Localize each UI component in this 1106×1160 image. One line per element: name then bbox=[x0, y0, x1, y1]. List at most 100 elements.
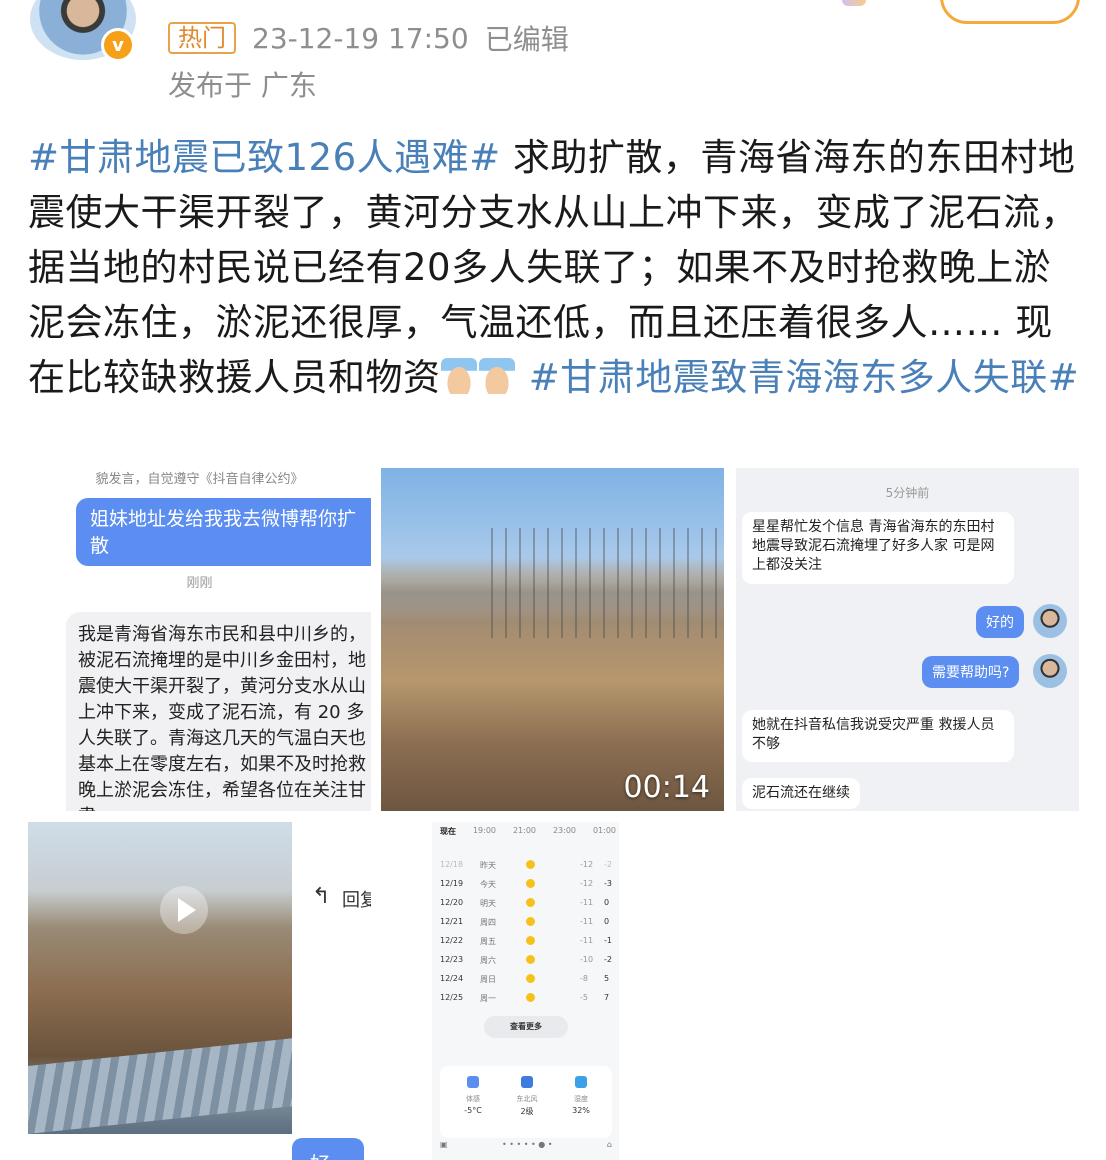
weather-high: 0 bbox=[604, 898, 610, 907]
weather-date: 12/22 bbox=[440, 936, 464, 945]
weather-day-row: 12/21 周四 -11 0 bbox=[440, 917, 612, 935]
weather-weekday: 周一 bbox=[480, 994, 496, 1003]
video-trees bbox=[491, 528, 721, 638]
chat-notice: 貌发言，自觉遵守《抖音自律公约》 bbox=[95, 472, 304, 487]
weather-day-row: 12/18 昨天 -12 -2 bbox=[440, 860, 612, 878]
weather-high: -1 bbox=[604, 936, 612, 945]
sun-icon bbox=[526, 860, 535, 869]
post-meta: 热门 23-12-19 17:50 已编辑 bbox=[168, 18, 569, 58]
weather-low: -8 bbox=[580, 974, 588, 983]
weather-more-button: 查看更多 bbox=[484, 1016, 568, 1038]
chat-bubble-sent: 姐妹地址发给我我去微博帮你扩散 bbox=[76, 498, 371, 566]
weather-day-row: 12/24 周日 -8 5 bbox=[440, 974, 612, 992]
reply-icon: ↰ bbox=[312, 884, 331, 909]
weather-high: 5 bbox=[604, 974, 610, 983]
edited-label: 已编辑 bbox=[484, 23, 569, 56]
weather-stats-card: 体感 -5°C 东北风 2级 湿度 32% bbox=[440, 1066, 612, 1138]
weather-day-row: 12/20 明天 -11 0 bbox=[440, 898, 612, 916]
weather-low: -11 bbox=[580, 917, 594, 926]
sun-icon bbox=[526, 955, 535, 964]
weather-stat-label: 湿度 bbox=[574, 1095, 588, 1103]
weather-weekday: 今天 bbox=[480, 880, 496, 889]
hashtag-link[interactable]: #甘肃地震已致126人遇难# bbox=[28, 136, 501, 179]
follow-button[interactable] bbox=[940, 0, 1080, 24]
sun-icon bbox=[526, 993, 535, 1002]
post-video[interactable]: 00:14 bbox=[381, 468, 724, 811]
chat-bubble-sent: 好了 bbox=[292, 1138, 364, 1160]
user-avatar bbox=[1033, 604, 1067, 638]
post-image-5[interactable]: 现在 19:00 21:00 23:00 01:00 12/18 昨天 -12 … bbox=[432, 822, 619, 1160]
weather-stat: 体感 -5°C bbox=[448, 1076, 498, 1115]
post-location: 发布于 广东 bbox=[168, 69, 317, 102]
wind-icon bbox=[521, 1076, 533, 1088]
weather-low: -5 bbox=[580, 993, 588, 1002]
chat-bubble-received: 我是青海省海东市民和县中川乡的，被泥石流掩埋的是中川乡金田村，地震使大干渠开裂了… bbox=[66, 612, 371, 811]
weather-stat-value: -5°C bbox=[464, 1106, 482, 1115]
weather-day-row: 12/25 周一 -5 7 bbox=[440, 993, 612, 1011]
folded-hands-icon bbox=[478, 358, 515, 394]
weather-high: 0 bbox=[604, 917, 610, 926]
weather-low: -10 bbox=[580, 955, 594, 964]
hashtag-link[interactable]: #甘肃地震致青海海东多人失联# bbox=[529, 356, 1080, 399]
chat-bubble-received: 星星帮忙发个信息 青海省海东的东田村 地震导致泥石流掩埋了好多人家 可是网上都没… bbox=[742, 512, 1014, 584]
post-image-4-side: ↰ 回复 好了 bbox=[292, 822, 371, 1160]
hot-tag: 热门 bbox=[168, 22, 236, 54]
map-icon: ▣ bbox=[440, 1140, 448, 1149]
weather-date: 12/19 bbox=[440, 879, 464, 888]
sun-icon bbox=[526, 917, 535, 926]
weather-weekday: 周五 bbox=[480, 937, 496, 946]
chat-bubble-sent: 好的 bbox=[976, 606, 1024, 638]
weather-high: -2 bbox=[604, 955, 612, 964]
post-image-1[interactable]: 貌发言，自觉遵守《抖音自律公约》 姐妹地址发给我我去微博帮你扩散 刚刚 我是青海… bbox=[28, 466, 371, 811]
weather-day-row: 12/23 周六 -10 -2 bbox=[440, 955, 612, 973]
chat-bubble-sent: 需要帮助吗? bbox=[922, 656, 1020, 688]
weather-low: -12 bbox=[580, 860, 594, 869]
weather-hour: 01:00 bbox=[592, 826, 616, 835]
home-icon: ⌂ bbox=[606, 1140, 612, 1149]
verified-badge-icon: v bbox=[101, 28, 135, 62]
sun-icon bbox=[526, 898, 535, 907]
video-duration: 00:14 bbox=[623, 770, 710, 805]
weather-hour: 19:00 bbox=[472, 826, 496, 835]
chat-bubble-received: 她就在抖音私信我说受灾严重 救援人员不够 bbox=[742, 710, 1014, 762]
weather-stat-label: 体感 bbox=[466, 1095, 480, 1103]
weather-stat-value: 32% bbox=[572, 1106, 590, 1115]
weather-date: 12/24 bbox=[440, 974, 464, 983]
weather-day-row: 12/19 今天 -12 -3 bbox=[440, 879, 612, 897]
weather-page-dots: ▣ • • • • • ● • ⌂ bbox=[440, 1140, 612, 1149]
humidity-icon bbox=[575, 1076, 587, 1088]
weather-stat-label: 东北风 bbox=[516, 1095, 538, 1103]
sun-icon bbox=[526, 936, 535, 945]
weather-low: -11 bbox=[580, 936, 594, 945]
post-body: #甘肃地震已致126人遇难# 求助扩散，青海省海东的东田村地震使大干渠开裂了，黄… bbox=[28, 130, 1083, 405]
weather-stat-value: 2级 bbox=[520, 1107, 534, 1116]
weather-high: 7 bbox=[604, 993, 610, 1002]
weather-date: 12/18 bbox=[440, 860, 464, 869]
weather-weekday: 周六 bbox=[480, 956, 496, 965]
decoration-sparkle bbox=[842, 0, 866, 6]
weather-low: -12 bbox=[580, 879, 594, 888]
weather-hour: 现在 bbox=[440, 827, 456, 836]
weather-hours: 现在 19:00 21:00 23:00 01:00 bbox=[440, 826, 616, 837]
weather-hour: 23:00 bbox=[552, 826, 576, 835]
weather-date: 12/21 bbox=[440, 917, 464, 926]
weather-high: -2 bbox=[604, 860, 612, 869]
weather-high: -3 bbox=[604, 879, 612, 888]
weather-low: -11 bbox=[580, 898, 594, 907]
weather-day-row: 12/22 周五 -11 -1 bbox=[440, 936, 612, 954]
chat-time: 5分钟前 bbox=[885, 486, 930, 500]
play-icon[interactable] bbox=[160, 886, 208, 934]
post-image-3[interactable]: 5分钟前 星星帮忙发个信息 青海省海东的东田村 地震导致泥石流掩埋了好多人家 可… bbox=[736, 468, 1079, 811]
weather-date: 12/25 bbox=[440, 993, 464, 1002]
weather-date: 12/20 bbox=[440, 898, 464, 907]
chat-time: 刚刚 bbox=[186, 576, 213, 591]
weather-weekday: 昨天 bbox=[480, 861, 496, 870]
weather-weekday: 周四 bbox=[480, 918, 496, 927]
image-roof bbox=[28, 1038, 292, 1134]
weather-hour: 21:00 bbox=[512, 826, 536, 835]
chat-bubble-received: 泥石流还在继续 bbox=[742, 778, 860, 809]
weather-stat: 东北风 2级 bbox=[502, 1076, 552, 1117]
weather-weekday: 明天 bbox=[480, 899, 496, 908]
thermometer-icon bbox=[467, 1076, 479, 1088]
post-image-4[interactable] bbox=[28, 822, 292, 1134]
